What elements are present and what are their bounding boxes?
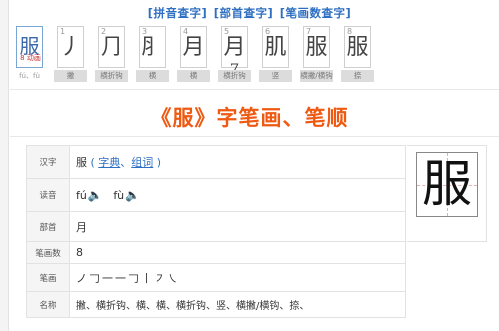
stroke-step-5[interactable]: 5 月⁷ 横折钩: [218, 26, 251, 86]
stroke-step-name: 横折钩: [95, 70, 128, 82]
stroke-names-value: 撇、横折钩、横、横、横折钩、竖、横撇/横钩、捺、: [69, 291, 406, 318]
reading-2: fù: [113, 189, 125, 202]
stroke-step-glyph: 肌: [264, 35, 287, 60]
speaker-icon[interactable]: 🔈: [125, 188, 140, 202]
stroke-names-label: 名称: [26, 291, 70, 318]
stroke-step-glyph: ⺆: [100, 35, 123, 60]
strokes-label: 笔画: [26, 263, 70, 292]
stroke-step-name: 横撇/横钩: [300, 70, 333, 82]
pinyin-search-link[interactable]: [拼音查字]: [148, 6, 208, 20]
stroke-step-8[interactable]: 8 服 捺: [341, 26, 374, 84]
radical-search-link[interactable]: [部首查字]: [214, 6, 274, 20]
stroke-step-glyph: 月: [182, 35, 205, 60]
reading-value-cell: fú🔈 fù🔈: [69, 178, 406, 212]
reading-1: fú: [76, 189, 87, 202]
big-character: 服: [422, 155, 472, 213]
big-character-panel: 服: [407, 145, 487, 242]
reading-label: 读音: [26, 178, 70, 212]
stroke-step-glyph: 服: [305, 35, 328, 60]
stroke-count-value: 8: [69, 241, 406, 264]
table-row: 汉字 服 ( 字典、组词 ): [26, 145, 406, 179]
stroke-step-name: 撇: [54, 70, 87, 82]
radical-label: 部首: [26, 211, 70, 242]
character-card-box[interactable]: 服 8 动画: [16, 26, 43, 68]
stroke-step-box: 7 服: [303, 26, 330, 68]
page-title: 《服》字笔画、笔顺: [150, 106, 349, 130]
big-character-frame: 服: [416, 152, 478, 217]
stroke-step-6[interactable]: 6 肌 竖: [259, 26, 292, 84]
stroke-step-glyph: 丿: [59, 35, 82, 60]
table-row: 笔画 ノ𠃌一一𠃌丨㇇㇏: [26, 263, 406, 292]
divider: [10, 136, 499, 137]
speaker-icon[interactable]: 🔈: [88, 188, 103, 202]
table-row: 部首 月: [26, 211, 406, 242]
table-row: 笔画数 8: [26, 241, 406, 264]
stroke-step-box: 3 ⺼: [139, 26, 166, 68]
table-row: 名称 撇、横折钩、横、横、横折钩、竖、横撇/横钩、捺、: [26, 291, 406, 318]
stroke-step-2[interactable]: 2 ⺆ 横折钩: [95, 26, 128, 84]
stroke-step-7[interactable]: 7 服 横撇/横钩: [300, 26, 333, 84]
hanzi-value: 服: [76, 156, 87, 169]
stroke-step-box: 8 服: [344, 26, 371, 68]
table-row: 读音 fú🔈 fù🔈: [26, 178, 406, 212]
stroke-step-4[interactable]: 4 月 横: [177, 26, 210, 84]
stroke-step-box: 6 肌: [262, 26, 289, 68]
animation-label[interactable]: 8 动画: [18, 54, 43, 62]
stroke-search-link[interactable]: [笔画数查字]: [280, 6, 352, 20]
character-card-pinyin: fú、fù: [13, 70, 46, 82]
word-group-link[interactable]: 组词: [131, 156, 153, 169]
radical-value: 月: [69, 211, 406, 242]
stroke-step-glyph: ⺼: [141, 35, 164, 60]
stroke-step-glyph: 服: [346, 35, 369, 60]
left-gutter: [0, 0, 9, 331]
stroke-step-name: 横: [177, 70, 210, 82]
top-nav: [拼音查字] [部首查字] [笔画数查字]: [0, 5, 499, 21]
stroke-step-name: 捺: [341, 70, 374, 82]
stroke-count-label: 笔画数: [26, 241, 70, 264]
strokes-value: ノ𠃌一一𠃌丨㇇㇏: [69, 263, 406, 292]
stroke-step-name: 竖: [259, 70, 292, 82]
hanzi-label: 汉字: [26, 145, 70, 179]
stroke-step-box: 4 月: [180, 26, 207, 68]
stroke-step-box: 2 ⺆: [98, 26, 125, 68]
divider: [10, 89, 499, 90]
dictionary-link[interactable]: 字典: [98, 156, 120, 169]
stroke-step-box: 1 丿: [57, 26, 84, 68]
stroke-step-name: 横: [136, 70, 169, 82]
hanzi-value-cell: 服 ( 字典、组词 ): [69, 145, 406, 179]
character-info-table: 汉字 服 ( 字典、组词 ) 读音 fú🔈 fù🔈 部首 月 笔画数 8 笔画 …: [26, 145, 406, 318]
stroke-step-name: 横折钩: [218, 70, 251, 82]
stroke-step-box: 5 月⁷: [221, 26, 248, 86]
character-card[interactable]: 服 8 动画 fú、fù: [13, 26, 46, 84]
stroke-step-1[interactable]: 1 丿 撇: [54, 26, 87, 84]
stroke-step-3[interactable]: 3 ⺼ 横: [136, 26, 169, 84]
